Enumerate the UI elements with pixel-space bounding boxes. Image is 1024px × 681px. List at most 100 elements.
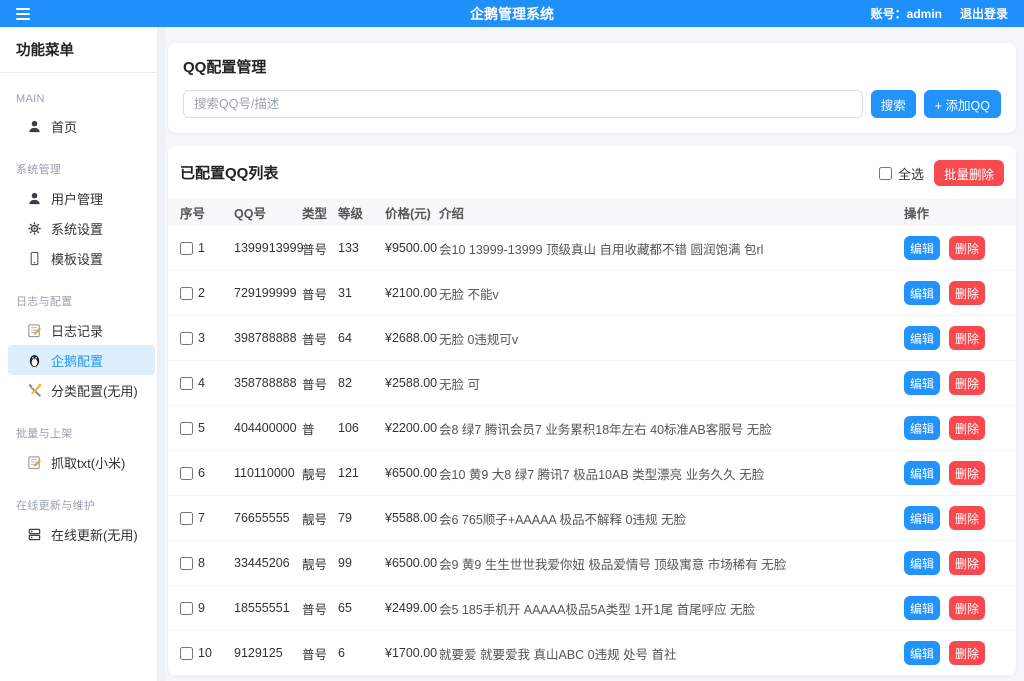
sidebar-item-label: 企鹅配置	[51, 353, 104, 369]
qq-type: 普号	[302, 377, 328, 392]
sidebar-item-label: 在线更新(无用)	[51, 527, 138, 543]
sidebar-section-update: 在线更新与维护	[16, 500, 96, 512]
qq-description: 会8 绿7 腾讯会员7 业务累积18年左右 40标准AB客服号 无脸	[439, 422, 772, 437]
edit-button[interactable]: 编辑	[904, 596, 941, 620]
delete-button[interactable]: 删除	[949, 236, 986, 260]
qq-level: 31	[338, 286, 352, 300]
qq-price: ¥2100.00	[385, 286, 438, 300]
qq-description: 无脸 0违规可v	[439, 332, 519, 347]
qq-level: 82	[338, 376, 352, 390]
sidebar-item-label: 日志记录	[51, 323, 104, 339]
row-checkbox[interactable]	[180, 286, 193, 300]
edit-button[interactable]: 编辑	[904, 281, 941, 305]
qq-number: 110110000	[234, 466, 295, 480]
header-qq: QQ号	[234, 207, 266, 221]
batch-delete-button[interactable]: 批量删除	[933, 160, 1004, 186]
delete-button[interactable]: 删除	[949, 281, 986, 305]
qq-description: 会9 黄9 生生世世我爱你妞 极品爱情号 顶级寓意 市场稀有 无脸	[439, 557, 787, 572]
qq-price: ¥2588.00	[385, 376, 438, 390]
search-input[interactable]	[183, 90, 863, 118]
sidebar-section-batch: 批量与上架	[16, 428, 73, 440]
edit-button[interactable]: 编辑	[904, 236, 941, 260]
delete-button[interactable]: 删除	[949, 326, 986, 350]
qq-level: 99	[338, 556, 352, 570]
list-card-title: 已配置QQ列表	[180, 164, 279, 182]
qq-type: 普号	[302, 602, 328, 617]
qq-description: 就要爱 就要爱我 真山ABC 0违规 处号 首社	[439, 647, 677, 662]
hamburger-menu-icon[interactable]	[0, 0, 30, 27]
table-row: 7 76655555 靓号 79 ¥5588.00 会6 765顺子+AAAAA…	[168, 496, 1016, 541]
table-header-row: 序号 QQ号 类型 等级 价格(元) 介绍 操作	[168, 199, 1016, 226]
sidebar-item-grab-txt[interactable]: 抓取txt(小米)	[8, 447, 155, 477]
qq-number: 398788888	[234, 331, 297, 345]
table-row: 9 18555551 普号 65 ¥2499.00 会5 185手机开 AAAA…	[168, 586, 1016, 631]
delete-button[interactable]: 删除	[949, 416, 986, 440]
qq-price: ¥5588.00	[385, 511, 438, 525]
app-window: 企鹅管理系统 账号：admin 退出登录 功能菜单 MAIN 首页 系统管理 用…	[0, 0, 1024, 681]
main-content: QQ配置管理 搜索 + 添加QQ 已配置QQ列表 全选 批量删除	[165, 27, 1024, 681]
sidebar: 功能菜单 MAIN 首页 系统管理 用户管理 系统设置 模板设置 日志与配置 日…	[0, 27, 157, 681]
sidebar-item-penguin-config[interactable]: 企鹅配置	[8, 345, 155, 375]
memo-icon	[26, 454, 42, 470]
delete-button[interactable]: 删除	[949, 371, 986, 395]
tablet-icon	[26, 250, 42, 266]
delete-button[interactable]: 删除	[949, 551, 986, 575]
add-qq-button[interactable]: + 添加QQ	[923, 90, 1001, 118]
row-checkbox[interactable]	[180, 466, 193, 480]
edit-button[interactable]: 编辑	[904, 416, 941, 440]
qq-number: 76655555	[234, 511, 290, 525]
row-checkbox[interactable]	[180, 331, 193, 345]
row-index: 6	[198, 466, 205, 480]
qq-number: 358788888	[234, 376, 297, 390]
account-label: 账号：admin	[870, 7, 942, 21]
edit-button[interactable]: 编辑	[904, 326, 941, 350]
select-all-checkbox[interactable]	[878, 166, 892, 180]
row-index: 3	[198, 331, 205, 345]
sidebar-item-label: 首页	[51, 119, 78, 135]
qq-price: ¥9500.00	[385, 241, 438, 255]
sidebar-item-home[interactable]: 首页	[8, 111, 155, 141]
sidebar-scrollbar[interactable]	[157, 27, 165, 681]
delete-button[interactable]: 删除	[949, 596, 986, 620]
qq-level: 133	[338, 241, 359, 255]
row-checkbox[interactable]	[180, 556, 193, 570]
sidebar-section-main: MAIN	[16, 93, 45, 105]
row-checkbox[interactable]	[180, 511, 193, 525]
row-checkbox[interactable]	[180, 601, 193, 615]
qq-description: 会5 185手机开 AAAAA极品5A类型 1开1尾 首尾呼应 无脸	[439, 602, 756, 617]
edit-button[interactable]: 编辑	[904, 371, 941, 395]
row-checkbox[interactable]	[180, 646, 193, 660]
row-checkbox[interactable]	[180, 376, 193, 390]
header-type: 类型	[302, 207, 328, 221]
sidebar-item-user-management[interactable]: 用户管理	[8, 183, 155, 213]
sidebar-item-template-settings[interactable]: 模板设置	[8, 243, 155, 273]
row-checkbox[interactable]	[180, 421, 193, 435]
table-row: 6 110110000 靓号 121 ¥6500.00 会10 黄9 大8 绿7…	[168, 451, 1016, 496]
delete-button[interactable]: 删除	[949, 506, 986, 530]
delete-button[interactable]: 删除	[949, 461, 986, 485]
edit-button[interactable]: 编辑	[904, 641, 941, 665]
row-checkbox[interactable]	[180, 241, 193, 255]
gear-icon	[26, 220, 42, 236]
logout-link[interactable]: 退出登录	[960, 5, 1008, 22]
edit-button[interactable]: 编辑	[904, 461, 941, 485]
select-all-label: 全选	[897, 166, 924, 182]
sidebar-item-label: 抓取txt(小米)	[51, 455, 126, 471]
search-button[interactable]: 搜索	[870, 90, 916, 118]
header-desc: 介绍	[439, 207, 465, 221]
qq-type: 普号	[302, 332, 328, 347]
edit-button[interactable]: 编辑	[904, 551, 941, 575]
row-index: 4	[198, 376, 205, 390]
edit-button[interactable]: 编辑	[904, 506, 941, 530]
qq-type: 普号	[302, 287, 328, 302]
qq-level: 65	[338, 601, 352, 615]
sidebar-item-category-config[interactable]: 分类配置(无用)	[8, 375, 155, 405]
row-index: 8	[198, 556, 205, 570]
qq-price: ¥6500.00	[385, 556, 438, 570]
delete-button[interactable]: 删除	[949, 641, 986, 665]
sidebar-item-online-update[interactable]: 在线更新(无用)	[8, 519, 155, 549]
sidebar-item-log-records[interactable]: 日志记录	[8, 315, 155, 345]
top-header: 企鹅管理系统 账号：admin 退出登录	[0, 0, 1024, 27]
sidebar-item-system-settings[interactable]: 系统设置	[8, 213, 155, 243]
header-level: 等级	[338, 207, 364, 221]
